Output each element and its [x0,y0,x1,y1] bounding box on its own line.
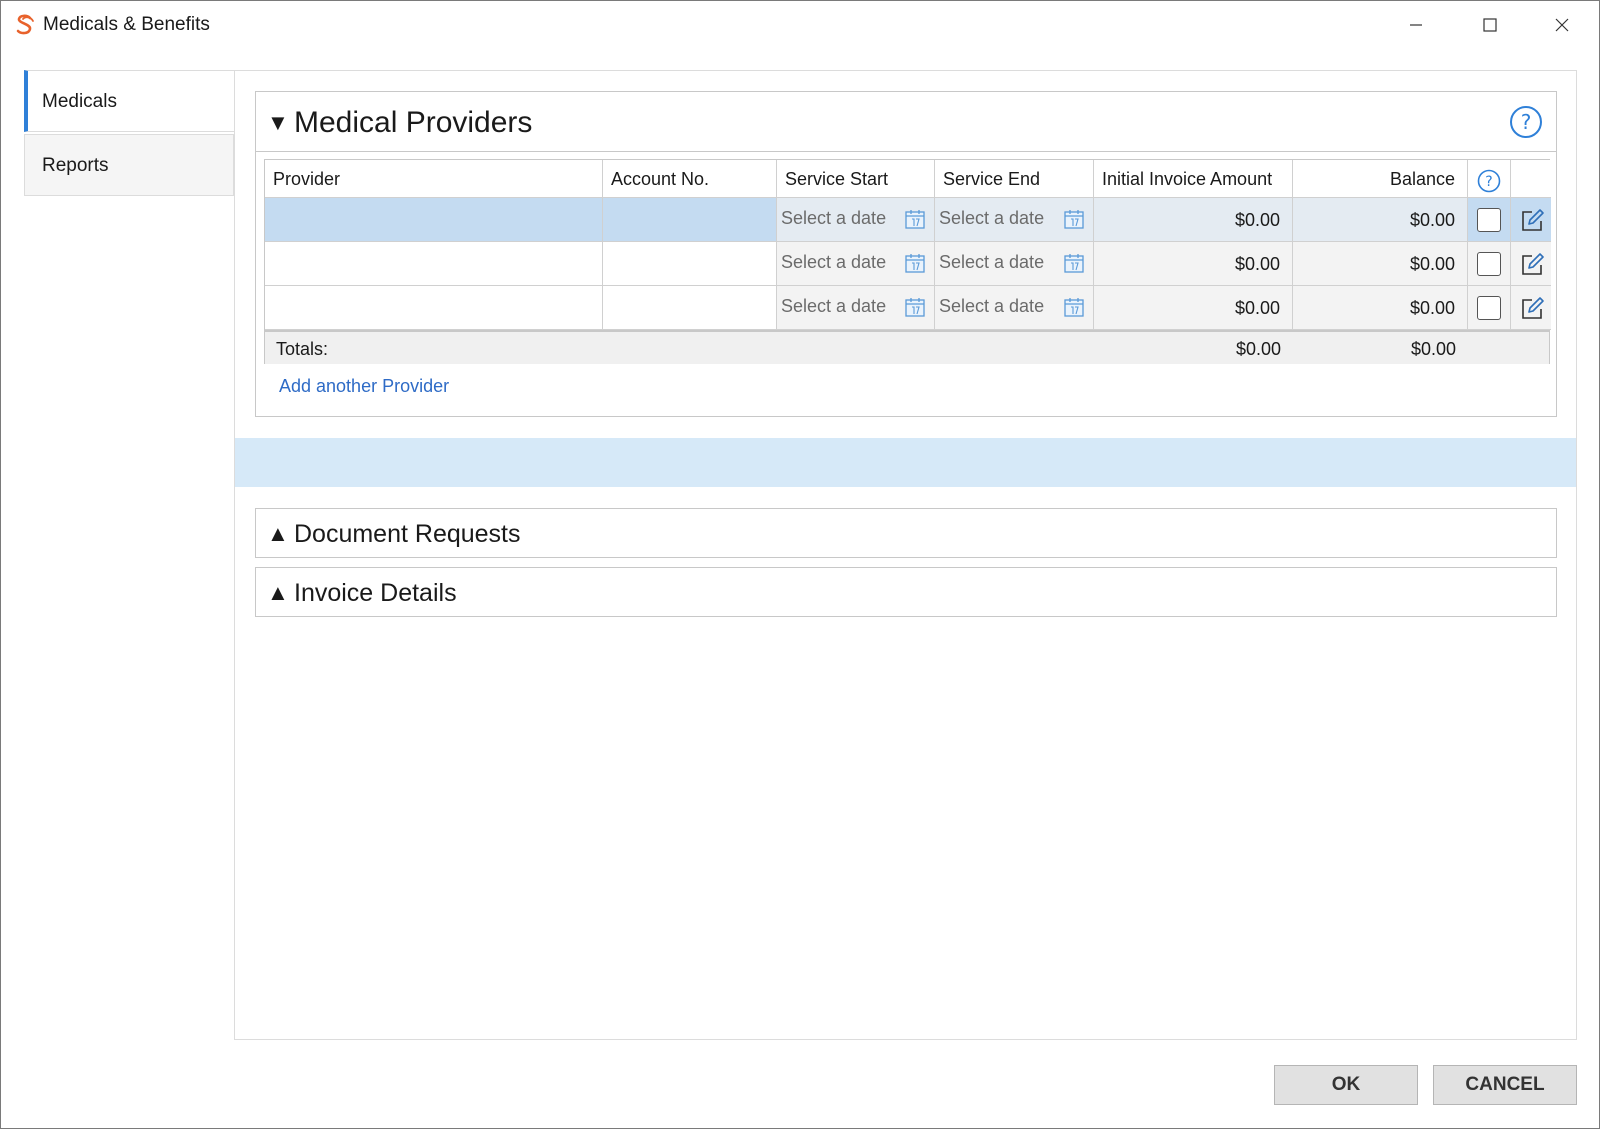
initial-invoice-cell: $0.00 [1094,286,1293,330]
calendar-icon[interactable] [1063,296,1085,318]
document-requests-section[interactable]: ▲ Document Requests [255,508,1557,558]
service-end-picker[interactable]: Select a date [935,198,1094,242]
initial-invoice-cell: $0.00 [1094,198,1293,242]
close-button[interactable] [1539,9,1585,41]
service-end-picker[interactable]: Select a date [935,286,1094,330]
balance-value: $0.00 [1409,298,1455,318]
minimize-icon [1410,24,1422,26]
edit-icon[interactable] [1518,207,1546,235]
sidebar-item-medicals[interactable]: Medicals [24,70,234,132]
row-edit-cell [1511,286,1551,330]
edit-icon[interactable] [1518,251,1546,279]
expand-caret-icon[interactable]: ▲ [267,582,289,604]
calendar-icon[interactable] [904,208,926,230]
totals-label: Totals: [276,339,329,359]
account-no-cell[interactable] [603,198,777,242]
medical-providers-header[interactable]: ▼ Medical Providers ? [256,92,1556,152]
calendar-icon[interactable] [904,252,926,274]
service-end-placeholder: Select a date [939,296,1045,316]
row-checkbox[interactable] [1477,252,1501,276]
provider-cell[interactable] [265,198,603,242]
invoice-details-title: Invoice Details [294,579,457,607]
provider-cell[interactable] [265,242,603,286]
account-no-cell[interactable] [603,242,777,286]
totals-row: Totals: $0.00 $0.00 [265,330,1549,364]
svg-text:?: ? [1485,174,1492,190]
edit-icon[interactable] [1518,295,1546,323]
balance-cell: $0.00 [1293,286,1468,330]
collapse-caret-icon[interactable]: ▼ [267,112,289,134]
main-content: ▼ Medical Providers ? Provider Account N… [234,70,1577,1040]
medical-providers-title: Medical Providers [294,106,533,139]
row-edit-cell [1511,198,1551,242]
row-checkbox-cell [1468,242,1511,286]
column-header-service-end[interactable]: Service End [935,160,1094,198]
help-icon[interactable]: ? [1477,168,1501,193]
balance-cell: $0.00 [1293,198,1468,242]
medical-providers-panel: ▼ Medical Providers ? Provider Account N… [255,91,1557,417]
calendar-icon[interactable] [1063,208,1085,230]
document-requests-title: Document Requests [294,520,521,548]
service-start-placeholder: Select a date [781,252,887,272]
account-no-cell[interactable] [603,286,777,330]
service-end-placeholder: Select a date [939,252,1045,272]
svg-text:?: ? [1521,110,1532,134]
column-header-edit [1511,160,1551,198]
row-checkbox[interactable] [1477,208,1501,232]
initial-invoice-value: $0.00 [1234,254,1280,274]
service-start-picker[interactable]: Select a date [777,198,935,242]
service-end-picker[interactable]: Select a date [935,242,1094,286]
column-header-initial-invoice-amount[interactable]: Initial Invoice Amount [1094,160,1293,198]
totals-initial-invoice: $0.00 [1235,339,1281,359]
row-checkbox[interactable] [1477,296,1501,320]
window-title: Medicals & Benefits [43,14,210,35]
column-header-account-no[interactable]: Account No. [603,160,777,198]
maximize-button[interactable] [1467,9,1513,41]
cancel-button[interactable]: CANCEL [1433,1065,1577,1105]
column-header-balance[interactable]: Balance [1293,160,1468,198]
close-icon [1555,18,1569,32]
row-checkbox-cell [1468,198,1511,242]
providers-grid: Provider Account No. Service Start Servi… [264,159,1551,364]
help-icon[interactable]: ? [1509,105,1543,139]
balance-value: $0.00 [1409,210,1455,230]
totals-balance: $0.00 [1410,339,1456,359]
expand-caret-icon[interactable]: ▲ [267,523,289,545]
row-checkbox-cell [1468,286,1511,330]
service-start-picker[interactable]: Select a date [777,242,935,286]
title-bar: Medicals & Benefits [1,1,1599,49]
sidebar: Medicals Reports [24,70,234,200]
add-provider-link[interactable]: Add another Provider [279,376,449,397]
balance-value: $0.00 [1409,254,1455,274]
invoice-details-section[interactable]: ▲ Invoice Details [255,567,1557,617]
sidebar-item-reports[interactable]: Reports [24,134,234,196]
column-header-service-start[interactable]: Service Start [777,160,935,198]
provider-cell[interactable] [265,286,603,330]
service-end-placeholder: Select a date [939,208,1045,228]
service-start-placeholder: Select a date [781,208,887,228]
initial-invoice-value: $0.00 [1234,298,1280,318]
app-logo-icon [13,13,37,37]
section-splitter[interactable] [235,438,1576,487]
column-header-provider[interactable]: Provider [265,160,603,198]
medicals-benefits-window: Medicals & Benefits Medicals Reports ▼ M… [0,0,1600,1129]
column-header-help: ? [1468,160,1511,198]
calendar-icon[interactable] [904,296,926,318]
balance-cell: $0.00 [1293,242,1468,286]
service-start-placeholder: Select a date [781,296,887,316]
initial-invoice-cell: $0.00 [1094,242,1293,286]
row-edit-cell [1511,242,1551,286]
maximize-icon [1483,18,1497,32]
ok-button[interactable]: OK [1274,1065,1418,1105]
calendar-icon[interactable] [1063,252,1085,274]
minimize-button[interactable] [1393,9,1439,41]
initial-invoice-value: $0.00 [1234,210,1280,230]
service-start-picker[interactable]: Select a date [777,286,935,330]
